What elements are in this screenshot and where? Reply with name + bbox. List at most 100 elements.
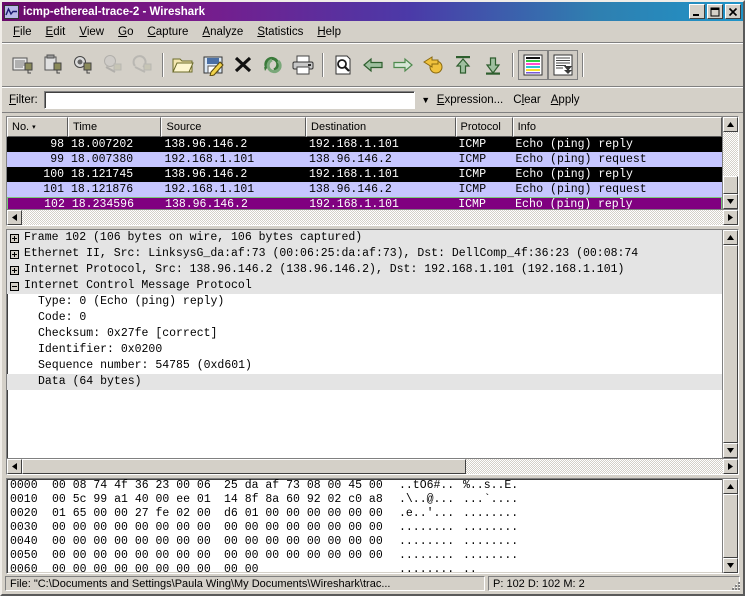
hex-dump-row[interactable]: 0050 00 00 00 00 00 00 00 00 00 00 00 00 0… <box>10 549 722 563</box>
bytes-scroll-up-button[interactable] <box>723 479 738 494</box>
packet-cell-destination: 138.96.146.2 <box>309 153 392 166</box>
packet-row[interactable]: 100 18.121745 138.96.146.2 192.168.1.101 ICM… <box>7 167 722 182</box>
go-forward-button[interactable] <box>388 50 418 80</box>
filter-input[interactable] <box>43 90 415 109</box>
collapse-minus-icon[interactable] <box>10 281 19 291</box>
expand-plus-icon[interactable] <box>10 249 19 259</box>
filter-clear-button[interactable]: Clear <box>513 94 541 106</box>
save-file-button[interactable] <box>198 50 228 80</box>
packet-detail-hscrollbar[interactable] <box>7 458 738 474</box>
column-header-source[interactable]: Source <box>161 117 307 137</box>
menu-analyze[interactable]: Analyze <box>195 24 250 40</box>
filter-apply-button[interactable]: Apply <box>551 94 580 106</box>
packet-detail-hscroll-thumb[interactable] <box>22 459 466 474</box>
hex-bytes-right: 00 00 00 00 00 00 00 00 <box>224 549 383 562</box>
minimize-button[interactable] <box>689 4 705 19</box>
detail-tree-row[interactable]: Identifier: 0x0200 <box>7 342 722 358</box>
maximize-button[interactable] <box>707 4 723 19</box>
list-interfaces-button[interactable] <box>8 50 38 80</box>
go-to-last-button[interactable] <box>478 50 508 80</box>
detail-tree-row[interactable]: Data (64 bytes) <box>7 374 722 390</box>
detail-scroll-right-button[interactable] <box>723 459 738 474</box>
find-packet-button[interactable] <box>328 50 358 80</box>
detail-tree-label: Type: 0 (Echo (ping) reply) <box>38 295 225 309</box>
resize-grip[interactable] <box>729 580 741 592</box>
detail-scroll-left-button[interactable] <box>7 459 22 474</box>
hex-dump[interactable]: 0000 00 08 74 4f 36 23 00 06 25 da af 73 0… <box>7 479 722 573</box>
menu-help[interactable]: Help <box>310 24 348 40</box>
detail-tree-row[interactable]: Type: 0 (Echo (ping) reply) <box>7 294 722 310</box>
packet-list-hscrollbar[interactable] <box>7 209 738 225</box>
scroll-left-button[interactable] <box>7 210 22 225</box>
close-file-button[interactable] <box>228 50 258 80</box>
colorize-button[interactable] <box>518 50 548 80</box>
open-file-button[interactable] <box>168 50 198 80</box>
packet-cell-no: 102 <box>44 198 65 209</box>
packet-detail-hscroll-track[interactable] <box>22 459 723 474</box>
column-header-protocol[interactable]: Protocol <box>455 117 513 137</box>
hex-dump-row[interactable]: 0060 00 00 00 00 00 00 00 00 00 00........… <box>10 563 722 573</box>
menu-go[interactable]: Go <box>111 24 140 40</box>
packet-detail-scroll-thumb[interactable] <box>723 245 738 443</box>
hex-dump-row[interactable]: 0020 01 65 00 00 27 fe 02 00 d6 01 00 00 0… <box>10 507 722 521</box>
expand-plus-icon[interactable] <box>10 265 19 275</box>
detail-scroll-down-button[interactable] <box>723 443 738 458</box>
packet-list-scroll-thumb[interactable] <box>723 176 738 194</box>
go-to-packet-button[interactable] <box>418 50 448 80</box>
detail-tree-row[interactable]: Frame 102 (106 bytes on wire, 106 bytes … <box>7 230 722 246</box>
detail-tree-row[interactable]: Code: 0 <box>7 310 722 326</box>
column-header-time[interactable]: Time <box>68 117 162 137</box>
filter-dropdown-button[interactable]: ▼ <box>415 95 437 105</box>
print-button[interactable] <box>288 50 318 80</box>
scroll-up-button[interactable] <box>723 117 738 132</box>
packet-detail-vscrollbar[interactable] <box>722 230 738 458</box>
packet-row[interactable]: 98 18.007202 138.96.146.2 192.168.1.101 ICMP… <box>7 137 722 152</box>
packet-bytes-scroll-thumb[interactable] <box>723 494 738 558</box>
scroll-right-button[interactable] <box>723 210 738 225</box>
packet-row[interactable]: 101 18.121876 192.168.1.101 138.96.146.2 ICM… <box>7 182 722 197</box>
column-header-info[interactable]: Info <box>512 117 722 137</box>
detail-tree-row[interactable]: Ethernet II, Src: LinksysG_da:af:73 (00:… <box>7 246 722 262</box>
filter-expression-button[interactable]: Expression... <box>437 94 503 106</box>
packet-cell-no: 101 <box>43 183 65 196</box>
detail-scroll-up-button[interactable] <box>723 230 738 245</box>
packet-list-scroll-track[interactable] <box>723 132 738 194</box>
packet-row[interactable]: 102 18.234596 138.96.146.2 192.168.1.101 ICM… <box>7 197 722 209</box>
menu-statistics[interactable]: Statistics <box>250 24 310 40</box>
detail-tree-row[interactable]: Internet Protocol, Src: 138.96.146.2 (13… <box>7 262 722 278</box>
expand-plus-icon[interactable] <box>10 233 19 243</box>
packet-bytes-scroll-track[interactable] <box>723 494 738 558</box>
go-to-first-button[interactable] <box>448 50 478 80</box>
packet-list-hscroll-track[interactable] <box>22 210 723 225</box>
hex-dump-row[interactable]: 0000 00 08 74 4f 36 23 00 06 25 da af 73 0… <box>10 479 722 493</box>
menu-file[interactable]: File <box>6 24 39 40</box>
column-header-destination[interactable]: Destination <box>306 117 456 137</box>
auto-scroll-button[interactable] <box>548 50 578 80</box>
packet-list-rows[interactable]: 98 18.007202 138.96.146.2 192.168.1.101 ICMP… <box>7 137 722 209</box>
menu-view[interactable]: View <box>72 24 111 40</box>
menu-capture[interactable]: Capture <box>140 24 195 40</box>
packet-row[interactable]: 99 18.007380 192.168.1.101 138.96.146.2 ICMP… <box>7 152 722 167</box>
menu-edit[interactable]: Edit <box>39 24 73 40</box>
hex-dump-row[interactable]: 0010 00 5c 99 a1 40 00 ee 01 14 8f 8a 60 9… <box>10 493 722 507</box>
detail-tree-row[interactable]: Internet Control Message Protocol <box>7 278 722 294</box>
packet-cell-info: Echo (ping) reply <box>515 198 633 209</box>
capture-options-button[interactable] <box>38 50 68 80</box>
hex-bytes-right: 00 00 00 00 00 00 00 00 <box>224 535 383 548</box>
packet-detail-scroll-track[interactable] <box>723 245 738 443</box>
hex-dump-row[interactable]: 0040 00 00 00 00 00 00 00 00 00 00 00 00 0… <box>10 535 722 549</box>
packet-detail-tree[interactable]: Frame 102 (106 bytes on wire, 106 bytes … <box>7 230 722 390</box>
packet-bytes-vscrollbar[interactable] <box>722 479 738 573</box>
scroll-down-button[interactable] <box>723 194 738 209</box>
detail-tree-row[interactable]: Checksum: 0x27fe [correct] <box>7 326 722 342</box>
detail-tree-row[interactable]: Sequence number: 54785 (0xd601) <box>7 358 722 374</box>
bytes-scroll-down-button[interactable] <box>723 558 738 573</box>
packet-list-vscrollbar[interactable] <box>722 117 738 209</box>
close-button[interactable] <box>725 4 741 19</box>
column-header-label: Source <box>166 121 202 133</box>
go-back-button[interactable] <box>358 50 388 80</box>
hex-dump-row[interactable]: 0030 00 00 00 00 00 00 00 00 00 00 00 00 0… <box>10 521 722 535</box>
start-capture-button[interactable] <box>68 50 98 80</box>
reload-file-button[interactable] <box>258 50 288 80</box>
column-header-no[interactable]: No. ▾ <box>7 117 69 137</box>
